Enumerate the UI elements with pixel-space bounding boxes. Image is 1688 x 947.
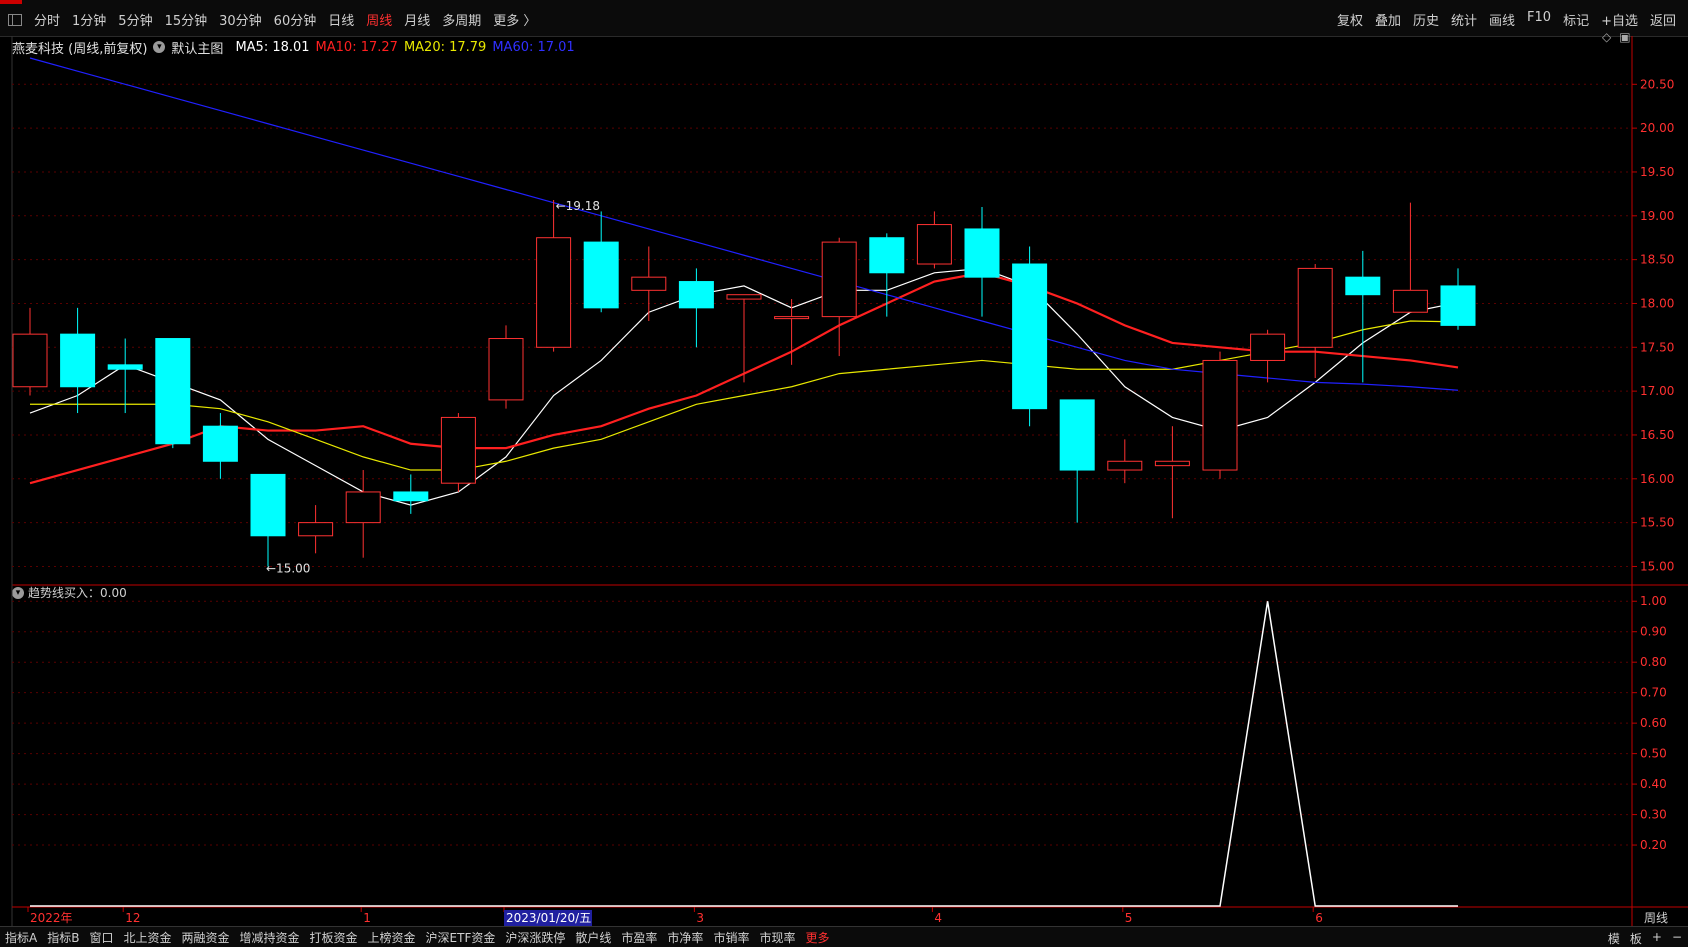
y-tick-label: 1.00 xyxy=(1640,594,1667,608)
candle-down xyxy=(155,338,191,445)
candle-up xyxy=(1392,289,1428,313)
candle-up xyxy=(536,237,572,348)
y-tick-label: 0.60 xyxy=(1640,716,1667,730)
candle-up xyxy=(916,224,952,265)
period-label: 周线 xyxy=(1644,911,1668,925)
indicator-tab[interactable]: 上榜资金 xyxy=(363,929,421,946)
candle-down xyxy=(107,364,143,370)
y-tick-label: 16.50 xyxy=(1640,428,1674,442)
x-tick-label: 1 xyxy=(363,911,371,925)
y-tick-label: 15.50 xyxy=(1640,516,1674,530)
y-tick-label: 0.80 xyxy=(1640,655,1667,669)
candle-up xyxy=(726,294,762,300)
indicator-tab[interactable]: 沪深涨跌停 xyxy=(500,929,570,946)
indicator-tab[interactable]: 指标A xyxy=(0,929,42,946)
candle-up xyxy=(1107,460,1143,471)
indicator-tab[interactable]: 市净率 xyxy=(662,929,708,946)
candle-down xyxy=(1059,399,1095,471)
indicator-tab[interactable]: 市现率 xyxy=(754,929,800,946)
y-tick-label: 15.00 xyxy=(1640,559,1674,573)
candle-up xyxy=(631,276,667,291)
panel-control-button[interactable]: − xyxy=(1672,930,1682,947)
y-tick-label: 0.20 xyxy=(1640,838,1667,852)
y-tick-label: 20.50 xyxy=(1640,77,1674,91)
candle-down xyxy=(678,281,714,309)
candle-down xyxy=(1440,285,1476,326)
indicator-tab[interactable]: 市盈率 xyxy=(616,929,662,946)
indicator-tab[interactable]: 散户线 xyxy=(570,929,616,946)
y-tick-label: 0.40 xyxy=(1640,777,1667,791)
indicator-tab[interactable]: 打板资金 xyxy=(305,929,363,946)
candle-up xyxy=(1154,460,1190,467)
bottom-right-buttons: 模板 + − xyxy=(1598,930,1682,947)
y-tick-label: 17.50 xyxy=(1640,340,1674,354)
candle-up xyxy=(440,416,476,484)
panel-control-button[interactable]: 板 xyxy=(1630,930,1642,947)
y-tick-label: 17.00 xyxy=(1640,384,1674,398)
indicator-tab[interactable]: 窗口 xyxy=(84,929,118,946)
y-tick-label: 0.70 xyxy=(1640,686,1667,700)
x-tick-label: 2023/01/20/五 xyxy=(506,911,591,925)
indicator-tab[interactable]: 指标B xyxy=(42,929,84,946)
x-tick-label: 3 xyxy=(696,911,704,925)
y-tick-label: 18.50 xyxy=(1640,253,1674,267)
candle-up xyxy=(774,316,810,320)
high-annotation: ←19.18 xyxy=(556,199,600,213)
candle-up xyxy=(298,522,334,537)
y-tick-label: 16.00 xyxy=(1640,472,1674,486)
candle-down xyxy=(393,491,429,502)
candle-down xyxy=(1012,263,1048,410)
x-tick-label: 5 xyxy=(1125,911,1133,925)
candle-up xyxy=(1202,359,1238,471)
indicator-tab[interactable]: 增减持资金 xyxy=(235,929,305,946)
y-tick-label: 20.00 xyxy=(1640,121,1674,135)
kline-chart[interactable]: 15.00 15.50 16.00 16.50 17.00 17.50 18.00 18.50… xyxy=(0,0,1688,926)
candle-down xyxy=(250,473,286,537)
indicator-tab[interactable]: 两融资金 xyxy=(176,929,234,946)
indicator-tab[interactable]: 沪深ETF资金 xyxy=(421,929,501,946)
candle-up xyxy=(488,338,524,401)
panel-control-button[interactable]: 模 xyxy=(1608,930,1620,947)
candle-up xyxy=(12,333,48,388)
y-tick-label: 18.00 xyxy=(1640,296,1674,310)
candle-up xyxy=(821,241,857,318)
candle-down xyxy=(1345,276,1381,296)
candle-up xyxy=(1297,267,1333,348)
candle-down xyxy=(964,228,1000,278)
y-tick-label: 0.90 xyxy=(1640,625,1667,639)
indicator-tab[interactable]: 市销率 xyxy=(708,929,754,946)
candle-down xyxy=(869,237,905,274)
y-tick-label: 0.30 xyxy=(1640,808,1667,822)
candle-down xyxy=(202,425,238,462)
candle-up xyxy=(1250,333,1286,361)
candle-down xyxy=(60,333,96,388)
indicator-tab[interactable]: 更多 xyxy=(800,929,834,946)
y-tick-label: 19.00 xyxy=(1640,209,1674,223)
y-tick-label: 19.50 xyxy=(1640,165,1674,179)
low-annotation: ←15.00 xyxy=(266,561,310,575)
x-tick-label: 2022年 xyxy=(30,911,73,925)
candle-up xyxy=(345,491,381,524)
x-tick-label: 4 xyxy=(934,911,942,925)
y-tick-label: 0.50 xyxy=(1640,747,1667,761)
panel-control-button[interactable]: + xyxy=(1652,930,1662,947)
bottom-indicator-tabs: 模板 + − 指标A 指标B 窗口 北上资金 两融资金 增减持资金 打板资金 上榜资金 沪深ETF资… xyxy=(0,926,1688,947)
candle-down xyxy=(583,241,619,309)
indicator-tab[interactable]: 北上资金 xyxy=(118,929,176,946)
x-tick-label: 6 xyxy=(1315,911,1323,925)
x-tick-label: 12 xyxy=(125,911,140,925)
